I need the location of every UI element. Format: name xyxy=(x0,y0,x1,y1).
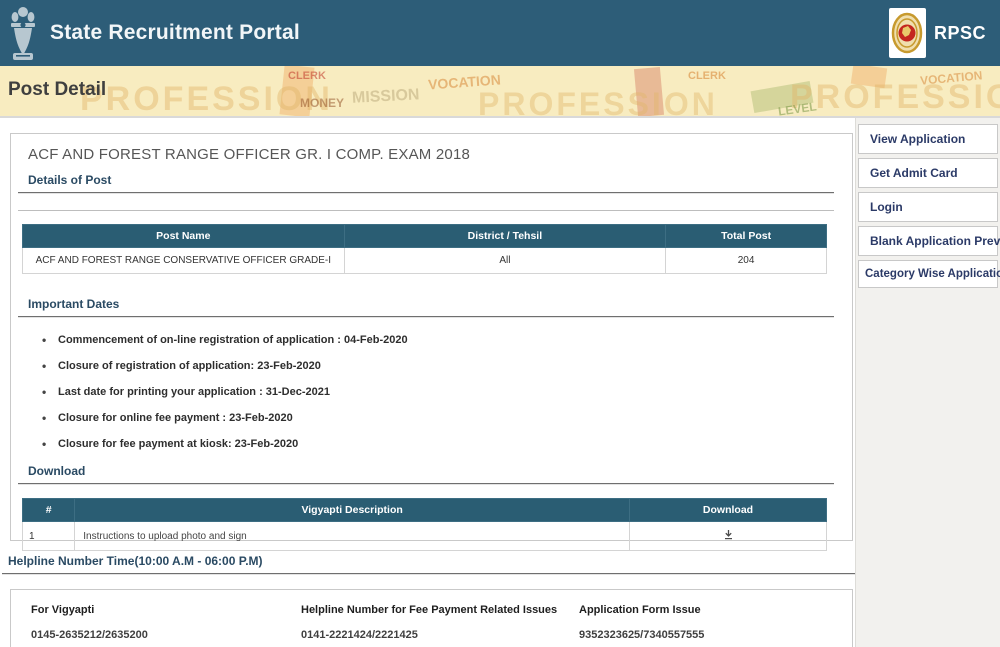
banner-watermark: Money xyxy=(300,96,344,110)
cell-post-name: ACF AND FOREST RANGE CONSERVATIVE OFFICE… xyxy=(23,248,345,274)
rpsc-label: RPSC xyxy=(934,23,986,44)
helpline-number: 0141-2221424/2221425 xyxy=(301,629,579,641)
login-button[interactable]: Login xyxy=(858,192,998,222)
column-header-district: District / Tehsil xyxy=(344,225,666,248)
banner-watermark: Clerk xyxy=(288,70,326,82)
details-of-post-heading: Details of Post xyxy=(28,173,834,187)
blank-application-preview-button[interactable]: Blank Application Preview xyxy=(858,226,998,256)
section-divider xyxy=(18,483,834,485)
important-dates-heading: Important Dates xyxy=(28,297,834,311)
page-title: Post Detail xyxy=(8,79,106,101)
column-header-post-name: Post Name xyxy=(23,225,345,248)
post-details-table: Post Name District / Tehsil Total Post A… xyxy=(22,224,827,274)
table-header-row: Post Name District / Tehsil Total Post xyxy=(23,225,827,248)
banner-watermark: Clerk xyxy=(688,70,726,82)
view-application-button[interactable]: View Application xyxy=(858,124,998,154)
download-heading: Download xyxy=(28,464,834,478)
column-header-vigyapti-description: Vigyapti Description xyxy=(75,499,630,522)
category-wise-application-count-button[interactable]: Category Wise Application Count xyxy=(858,260,998,288)
helpline-box: For Vigyapti 0145-2635212/2635200 Helpli… xyxy=(10,589,853,647)
helpline-label: Application Form Issue xyxy=(579,604,852,616)
list-item: Closure of registration of application: … xyxy=(42,360,834,372)
banner-watermark: Mission xyxy=(352,86,420,108)
action-sidebar: View Application Get Admit Card Login Bl… xyxy=(855,118,1000,647)
cell-description: Instructions to upload photo and sign xyxy=(75,522,630,551)
important-dates-list: Commencement of on-line registration of … xyxy=(42,334,834,450)
page-banner: Profession Profession Profession Vocatio… xyxy=(0,66,1000,118)
get-admit-card-button[interactable]: Get Admit Card xyxy=(858,158,998,188)
section-divider xyxy=(2,573,855,575)
helpline-number: 9352323625/7340557555 xyxy=(579,629,852,641)
list-item: Last date for printing your application … xyxy=(42,386,834,398)
post-detail-panel: ACF AND FOREST RANGE OFFICER GR. I COMP.… xyxy=(10,133,853,541)
helpline-column-application-form: Application Form Issue 9352323625/734055… xyxy=(579,604,852,647)
helpline-label: For Vigyapti xyxy=(31,604,301,616)
section-divider xyxy=(18,192,834,194)
section-divider xyxy=(18,316,834,318)
rpsc-logo xyxy=(889,8,926,58)
cell-download xyxy=(630,522,827,551)
national-emblem-icon xyxy=(10,5,36,61)
table-row: 1 Instructions to upload photo and sign xyxy=(23,522,827,551)
rpsc-emblem-icon xyxy=(891,11,923,55)
list-item: Closure for online fee payment : 23-Feb-… xyxy=(42,412,834,424)
section-divider xyxy=(18,210,834,211)
list-item: Commencement of on-line registration of … xyxy=(42,334,834,346)
banner-watermark: Profession xyxy=(478,86,718,118)
list-item: Closure for fee payment at kiosk: 23-Feb… xyxy=(42,438,834,450)
table-header-row: # Vigyapti Description Download xyxy=(23,499,827,522)
helpline-number: 0145-2635212/2635200 xyxy=(31,629,301,641)
cell-total-post: 204 xyxy=(666,248,827,274)
banner-watermark: Profession xyxy=(80,80,333,118)
banner-watermark: Profession xyxy=(790,78,1000,117)
exam-title: ACF AND FOREST RANGE OFFICER GR. I COMP.… xyxy=(28,146,834,163)
helpline-column-vigyapti: For Vigyapti 0145-2635212/2635200 xyxy=(31,604,301,647)
column-header-download: Download xyxy=(630,499,827,522)
cell-serial: 1 xyxy=(23,522,75,551)
main-content: ACF AND FOREST RANGE OFFICER GR. I COMP.… xyxy=(0,118,855,647)
helpline-heading: Helpline Number Time(10:00 A.M - 06:00 P… xyxy=(8,554,855,568)
column-header-total-post: Total Post xyxy=(666,225,827,248)
portal-title: State Recruitment Portal xyxy=(50,21,300,45)
table-row: ACF AND FOREST RANGE CONSERVATIVE OFFICE… xyxy=(23,248,827,274)
cell-district: All xyxy=(344,248,666,274)
download-table: # Vigyapti Description Download 1 Instru… xyxy=(22,498,827,551)
download-icon[interactable] xyxy=(723,529,734,543)
helpline-column-fee-payment: Helpline Number for Fee Payment Related … xyxy=(301,604,579,647)
helpline-label: Helpline Number for Fee Payment Related … xyxy=(301,604,579,616)
column-header-serial: # xyxy=(23,499,75,522)
app-header: State Recruitment Portal RPSC xyxy=(0,0,1000,66)
